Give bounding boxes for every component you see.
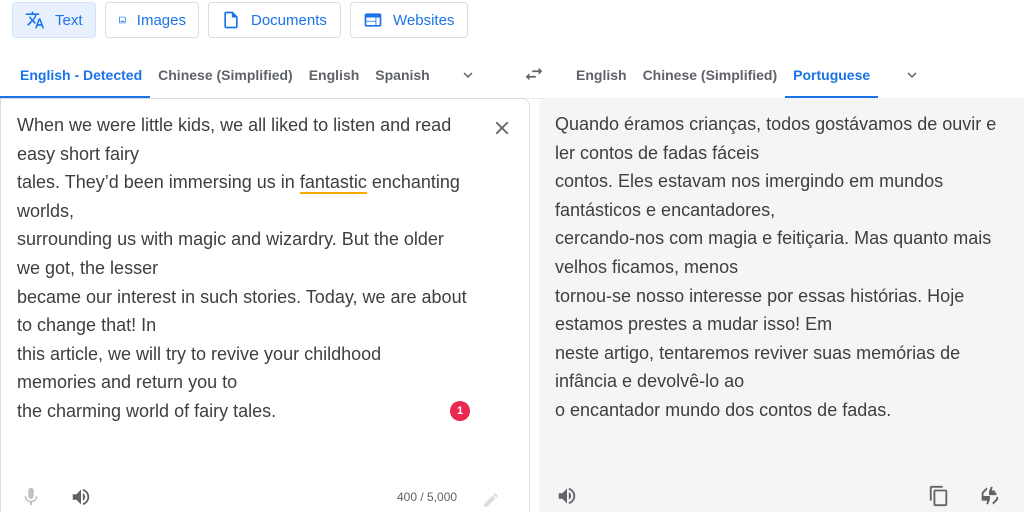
chevron-down-icon bbox=[463, 72, 473, 78]
text-mode-label: Text bbox=[55, 11, 83, 29]
copy-translation-button[interactable] bbox=[923, 480, 955, 512]
document-icon bbox=[224, 11, 238, 29]
character-count: 400 / 5,000 bbox=[397, 490, 458, 504]
target-panel: Quando éramos crianças, todos gostávamos… bbox=[539, 98, 1024, 512]
image-icon bbox=[119, 16, 126, 24]
images-mode-button[interactable]: Images bbox=[105, 2, 199, 38]
suggestion-count-badge[interactable]: 1 bbox=[450, 401, 470, 421]
target-more-languages-button[interactable] bbox=[892, 52, 932, 98]
chevron-down-icon bbox=[907, 72, 917, 78]
images-mode-label: Images bbox=[136, 11, 186, 29]
target-lang-portuguese-tab[interactable]: Portuguese bbox=[785, 52, 879, 98]
websites-mode-button[interactable]: Websites bbox=[350, 2, 468, 38]
rate-translation-button[interactable] bbox=[973, 480, 1005, 512]
target-listen-button[interactable] bbox=[551, 480, 583, 512]
websites-mode-label: Websites bbox=[393, 11, 455, 29]
translation-output: Quando éramos crianças, todos gostávamos… bbox=[555, 114, 997, 420]
source-lang-spanish-tab[interactable]: Spanish bbox=[367, 52, 437, 98]
target-lang-english-tab[interactable]: English bbox=[568, 52, 635, 98]
mode-toolbar: Text Images Documents Websites bbox=[12, 2, 468, 38]
speaker-icon bbox=[72, 488, 90, 506]
documents-mode-label: Documents bbox=[251, 11, 327, 29]
target-tools-left bbox=[551, 480, 583, 512]
source-tools bbox=[15, 481, 97, 512]
source-listen-button[interactable] bbox=[65, 481, 97, 512]
translate-icon bbox=[25, 11, 45, 29]
source-text-input[interactable]: When we were little kids, we all liked t… bbox=[17, 111, 487, 426]
source-lang-detected-tab[interactable]: English - Detected bbox=[0, 52, 151, 98]
source-more-languages-button[interactable] bbox=[448, 52, 488, 98]
swap-languages-button[interactable] bbox=[514, 56, 554, 92]
swap-icon bbox=[525, 67, 543, 81]
mic-icon bbox=[24, 487, 38, 506]
web-icon bbox=[364, 13, 382, 27]
text-mode-button[interactable]: Text bbox=[12, 2, 96, 38]
rate-icon bbox=[981, 486, 999, 505]
target-lang-chinese-tab[interactable]: Chinese (Simplified) bbox=[635, 52, 786, 98]
source-lang-chinese-tab[interactable]: Chinese (Simplified) bbox=[150, 52, 301, 98]
source-lang-english-tab[interactable]: English bbox=[301, 52, 368, 98]
source-language-bar: English - Detected Chinese (Simplified) … bbox=[0, 52, 512, 98]
edit-button[interactable] bbox=[477, 486, 505, 512]
voice-input-button[interactable] bbox=[15, 481, 47, 512]
target-language-bar: English Chinese (Simplified) Portuguese bbox=[568, 52, 1024, 98]
clear-source-button[interactable] bbox=[489, 115, 515, 141]
speaker-icon bbox=[558, 487, 576, 505]
close-icon bbox=[495, 121, 509, 135]
source-panel: When we were little kids, we all liked t… bbox=[0, 98, 530, 512]
pencil-icon bbox=[484, 493, 498, 507]
copy-icon bbox=[929, 485, 948, 507]
documents-mode-button[interactable]: Documents bbox=[208, 2, 341, 38]
target-tools-right bbox=[923, 480, 1005, 512]
spelling-suggestion-word[interactable]: fantastic bbox=[299, 172, 367, 195]
source-text-part2: enchanting worlds, surrounding us with m… bbox=[17, 172, 467, 421]
